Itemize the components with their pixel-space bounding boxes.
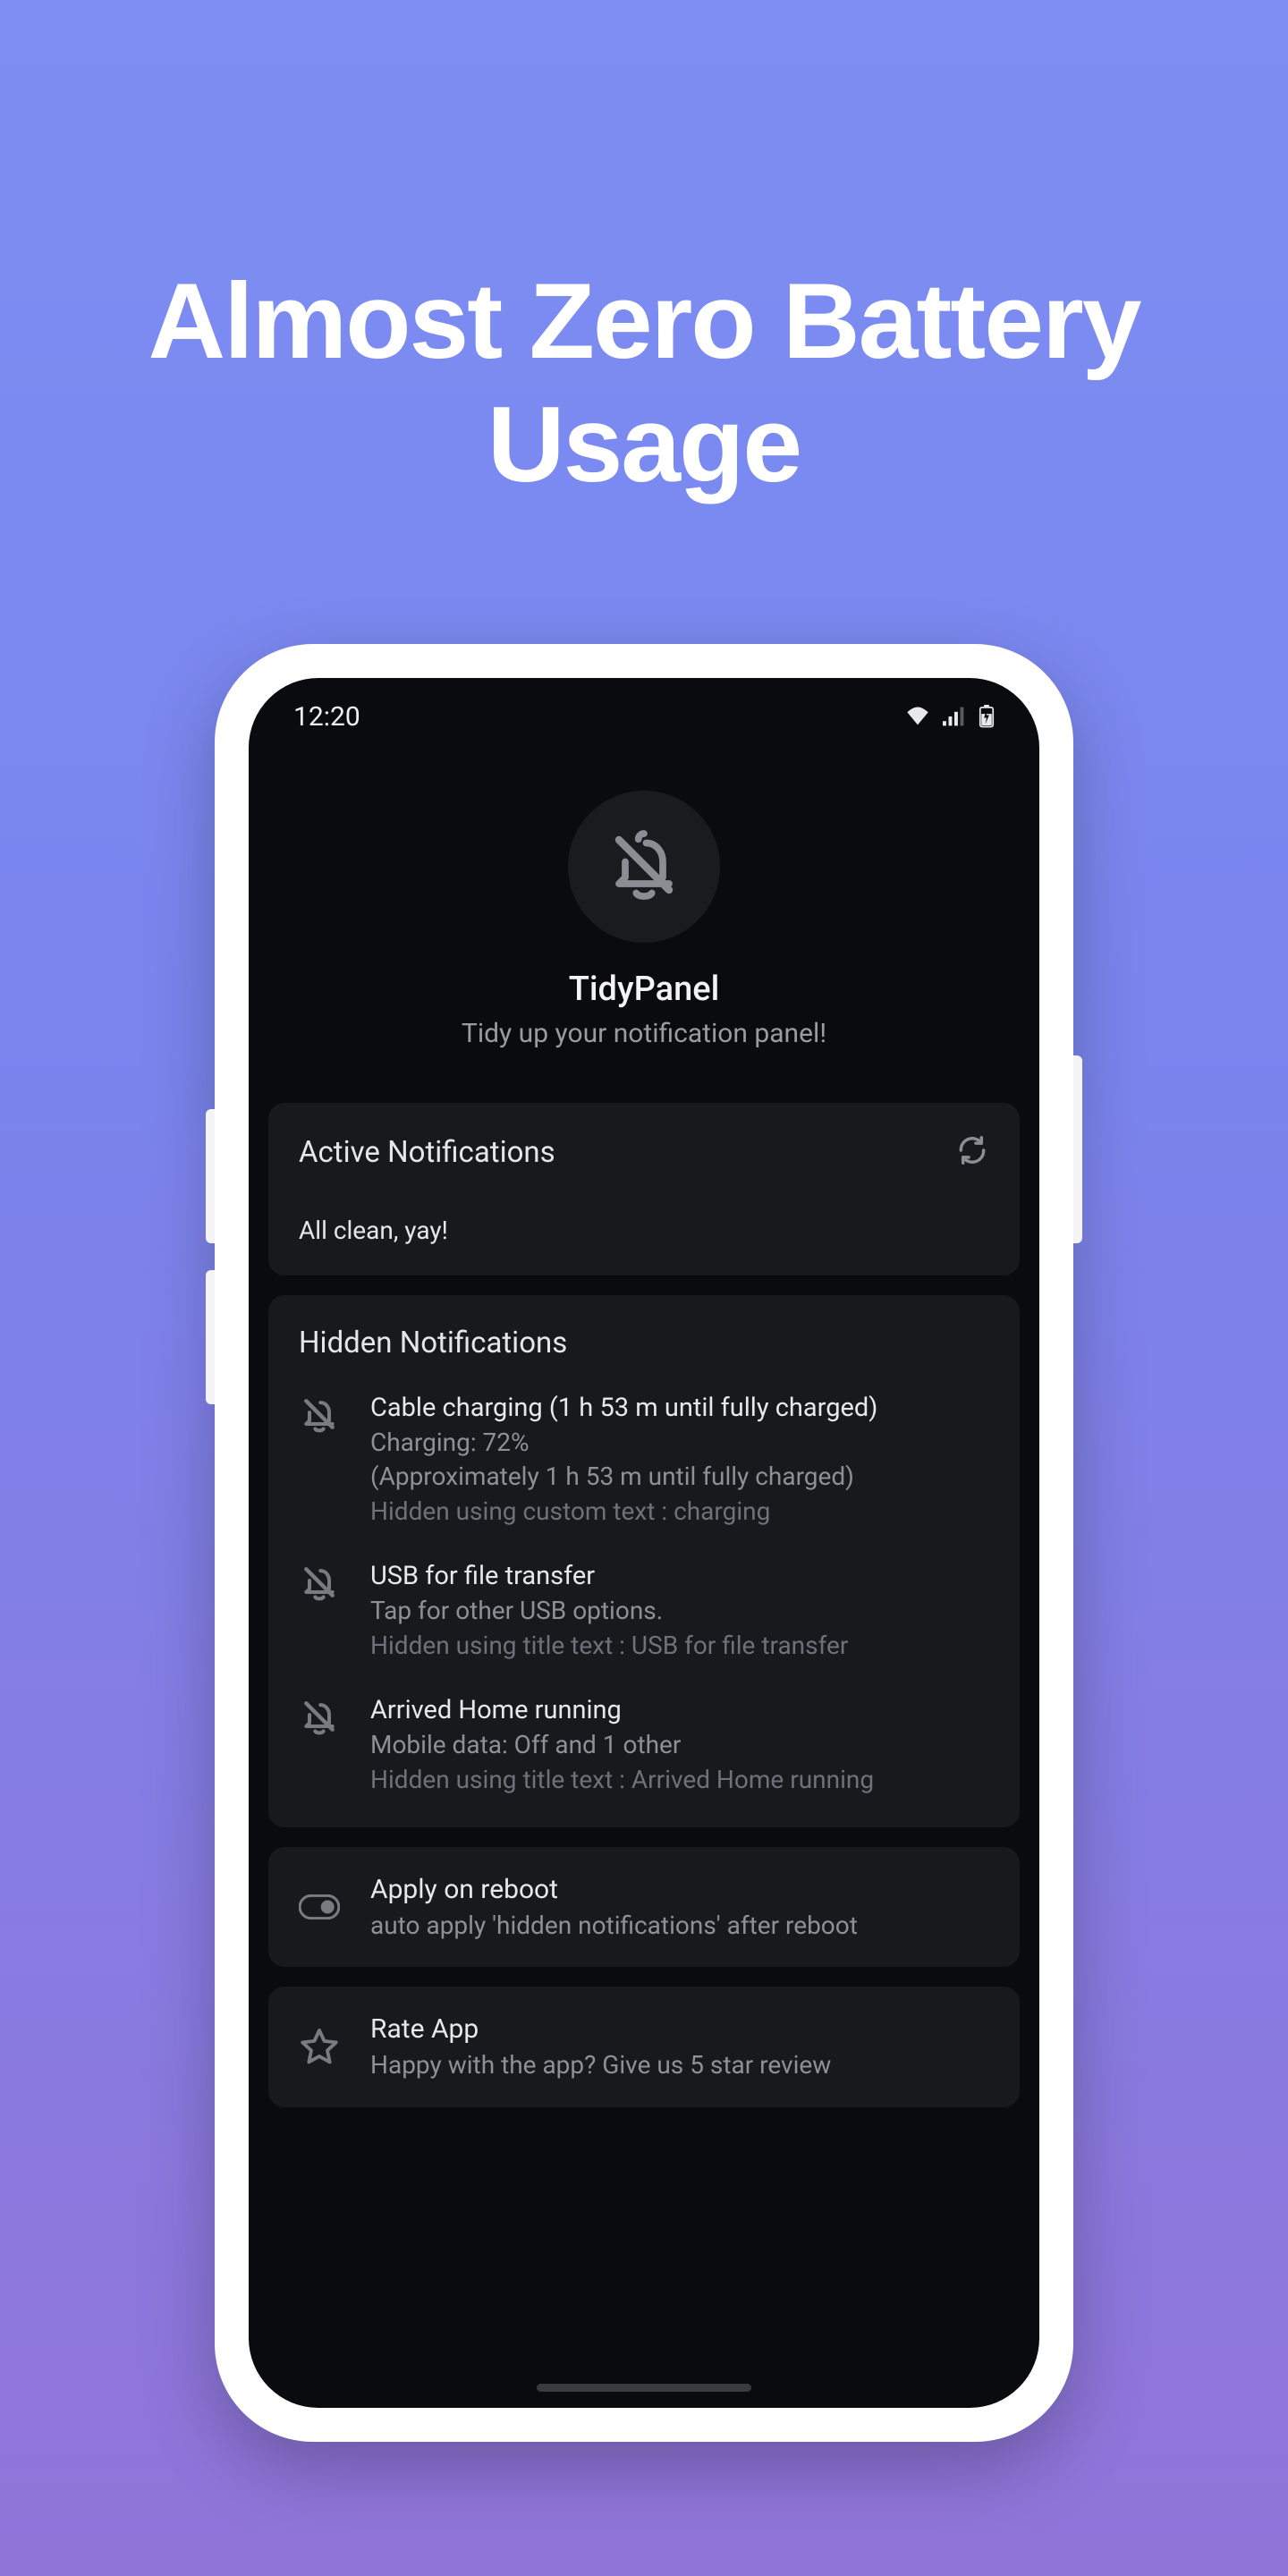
hidden-row-rule: Hidden using title text : Arrived Home r… xyxy=(370,1762,989,1797)
battery-charging-icon xyxy=(979,705,995,728)
status-time: 12:20 xyxy=(293,701,360,733)
hidden-notifications-card: Hidden Notifications Cable charging (1 h… xyxy=(268,1295,1020,1827)
app-title: TidyPanel xyxy=(249,970,1039,1009)
hidden-row-subtitle: Tap for other USB options. xyxy=(370,1594,989,1628)
app-header: TidyPanel Tidy up your notification pane… xyxy=(249,755,1039,1103)
hidden-notifications-title: Hidden Notifications xyxy=(299,1326,989,1360)
rate-app-row[interactable]: Rate App Happy with the app? Give us 5 s… xyxy=(268,1987,1020,2106)
phone-power-button xyxy=(1073,1055,1082,1243)
page-headline: Almost Zero Battery Usage xyxy=(0,259,1288,506)
apply-on-reboot-title: Apply on reboot xyxy=(370,1872,989,1909)
refresh-icon[interactable] xyxy=(955,1133,989,1171)
hidden-notification-row[interactable]: USB for file transfer Tap for other USB … xyxy=(299,1559,989,1663)
hidden-notification-row[interactable]: Arrived Home running Mobile data: Off an… xyxy=(299,1693,989,1797)
active-notifications-card: Active Notifications All clean, yay! xyxy=(268,1103,1020,1275)
hidden-row-title: USB for file transfer xyxy=(370,1559,989,1594)
active-notifications-title: Active Notifications xyxy=(299,1135,555,1170)
hidden-row-subtitle2: (Approximately 1 h 53 m until fully char… xyxy=(370,1460,989,1494)
hidden-row-rule: Hidden using title text : USB for file t… xyxy=(370,1628,989,1663)
phone-screen: 12:20 xyxy=(249,678,1039,2408)
star-icon xyxy=(299,2027,340,2068)
apply-on-reboot-subtitle: auto apply 'hidden notifications' after … xyxy=(370,1909,989,1943)
bell-off-icon xyxy=(299,1559,340,1602)
bell-off-icon xyxy=(299,1391,340,1434)
phone-frame: 12:20 xyxy=(215,644,1073,2442)
hidden-row-subtitle: Charging: 72% xyxy=(370,1426,989,1460)
bell-off-icon xyxy=(606,827,682,906)
toggle-icon xyxy=(299,1894,340,1919)
apply-on-reboot-row[interactable]: Apply on reboot auto apply 'hidden notif… xyxy=(268,1847,1020,1967)
phone-volume-up-button xyxy=(206,1109,215,1243)
bell-off-icon xyxy=(299,1693,340,1736)
app-icon-circle xyxy=(568,791,720,943)
rate-app-title: Rate App xyxy=(370,2012,989,2048)
active-notifications-empty: All clean, yay! xyxy=(299,1216,989,1245)
signal-icon xyxy=(943,707,966,726)
hidden-row-rule: Hidden using custom text : charging xyxy=(370,1494,989,1529)
status-bar: 12:20 xyxy=(249,678,1039,755)
rate-app-subtitle: Happy with the app? Give us 5 star revie… xyxy=(370,2048,989,2082)
hidden-row-subtitle: Mobile data: Off and 1 other xyxy=(370,1728,989,1762)
hidden-row-title: Arrived Home running xyxy=(370,1693,989,1728)
hidden-notification-row[interactable]: Cable charging (1 h 53 m until fully cha… xyxy=(299,1391,989,1529)
hidden-row-title: Cable charging (1 h 53 m until fully cha… xyxy=(370,1391,989,1426)
home-indicator[interactable] xyxy=(537,2384,751,2392)
phone-volume-down-button xyxy=(206,1270,215,1404)
wifi-icon xyxy=(905,707,930,726)
app-subtitle: Tidy up your notification panel! xyxy=(249,1018,1039,1049)
